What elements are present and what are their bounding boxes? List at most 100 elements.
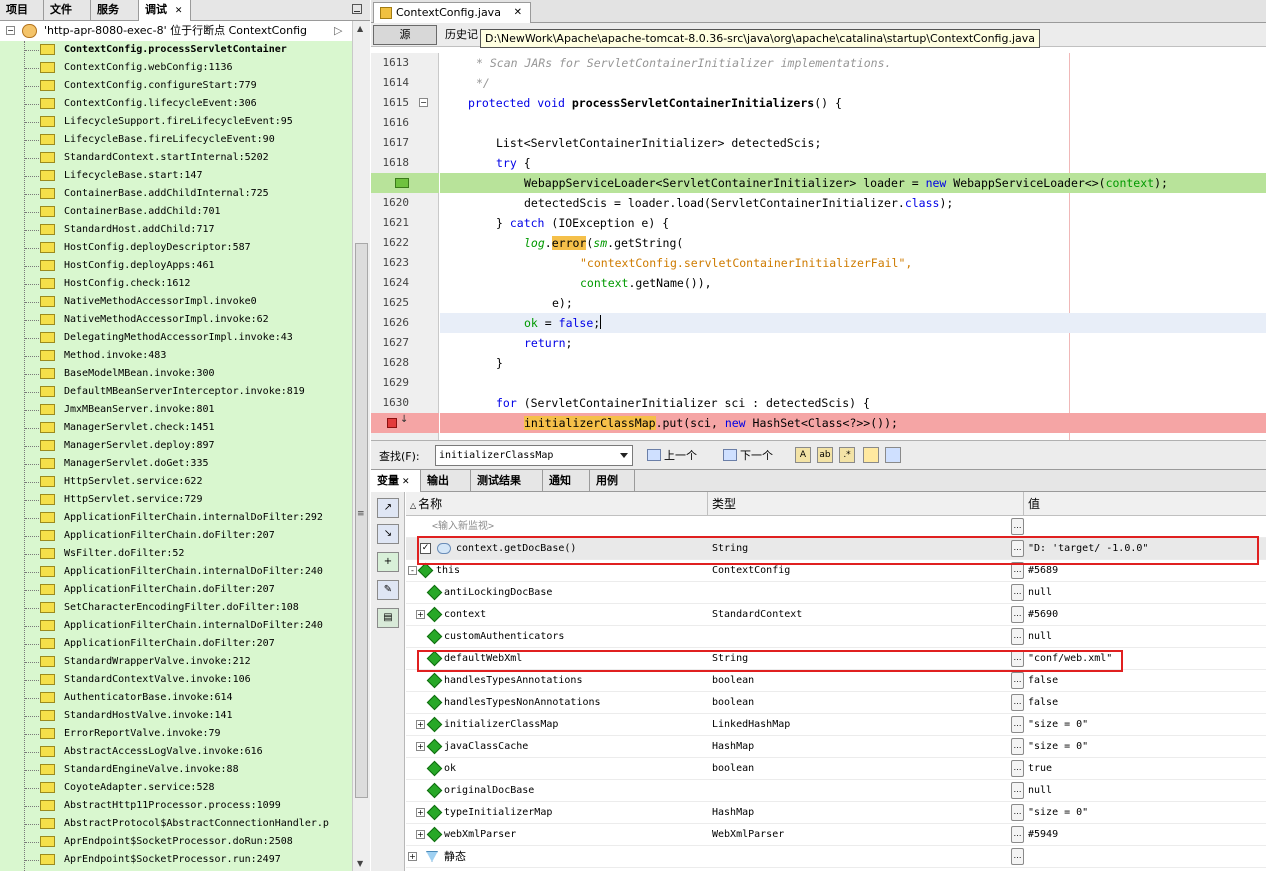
expand-toggle-icon[interactable]: + [416, 610, 425, 619]
more-button[interactable]: … [1011, 518, 1024, 535]
call-stack-frame[interactable]: CoyoteAdapter.service:528 [0, 779, 352, 797]
tab-notifications[interactable]: 通知 [543, 470, 590, 492]
call-stack-frame[interactable]: ManagerServlet.deploy:897 [0, 437, 352, 455]
call-stack-frame[interactable]: StandardHost.addChild:717 [0, 221, 352, 239]
expand-toggle-icon[interactable]: + [416, 830, 425, 839]
more-button[interactable]: … [1011, 562, 1024, 579]
call-stack-frame[interactable]: AuthenticatorBase.invoke:614 [0, 689, 352, 707]
more-button[interactable]: … [1011, 738, 1024, 755]
more-button[interactable]: … [1011, 628, 1024, 645]
close-icon[interactable]: ✕ [175, 6, 183, 16]
find-input[interactable]: initializerClassMap [435, 445, 633, 466]
scroll-up-icon[interactable]: ▲ [357, 24, 363, 33]
call-stack-frame[interactable]: ContainerBase.addChildInternal:725 [0, 185, 352, 203]
call-stack-frame[interactable]: AbstractProtocol$AbstractConnectionHandl… [0, 815, 352, 833]
line-number[interactable]: 1621 [371, 213, 410, 233]
find-next-button[interactable]: 下一个 [723, 446, 773, 466]
line-number[interactable]: 1623 [371, 253, 410, 273]
line-number[interactable]: 1618 [371, 153, 410, 173]
variable-value[interactable]: false [1028, 670, 1266, 692]
more-button[interactable]: … [1011, 782, 1024, 799]
variable-row[interactable]: originalDocBase … null [406, 780, 1266, 802]
call-stack-frame[interactable]: ApplicationFilterChain.internalDoFilter:… [0, 563, 352, 581]
new-watch-icon[interactable]: + [377, 552, 399, 572]
line-number[interactable]: 1616 [371, 113, 410, 133]
call-stack-frame[interactable]: DefaultMBeanServerInterceptor.invoke:819 [0, 383, 352, 401]
call-stack-frame[interactable]: AbstractHttp11Processor.process:1099 [0, 797, 352, 815]
expand-toggle-icon[interactable]: - [408, 566, 417, 575]
code-area[interactable]: * Scan JARs for ServletContainerInitiali… [440, 53, 1266, 440]
call-stack-frame[interactable]: ManagerServlet.doGet:335 [0, 455, 352, 473]
column-name[interactable]: △ 名称 [406, 492, 708, 516]
tab-services[interactable]: 服务 [91, 0, 139, 21]
line-number[interactable]: 1622 [371, 233, 410, 253]
call-stack-frame[interactable]: ContextConfig.webConfig:1136 [0, 59, 352, 77]
call-stack-frame[interactable]: ErrorReportValve.invoke:79 [0, 725, 352, 743]
variable-value[interactable]: null [1028, 780, 1266, 802]
line-number[interactable]: 1613 [371, 53, 410, 73]
step-icon[interactable]: ↗ [377, 498, 399, 518]
more-button[interactable]: … [1011, 826, 1024, 843]
variable-row[interactable]: + initializerClassMap LinkedHashMap … "size … [406, 714, 1266, 736]
call-stack-frame[interactable]: WsFilter.doFilter:52 [0, 545, 352, 563]
variable-value[interactable]: "size = 0" [1028, 736, 1266, 758]
line-number[interactable]: 1620 [371, 193, 410, 213]
tab-test-results[interactable]: 测试结果 [471, 470, 543, 492]
close-icon[interactable]: ✕ [402, 477, 410, 487]
call-stack-frame[interactable]: AprEndpoint$SocketProcessor.doRun:2508 [0, 833, 352, 851]
more-button[interactable]: … [1011, 804, 1024, 821]
variable-row[interactable]: defaultWebXml String … "conf/web.xml" [406, 648, 1266, 670]
left-scrollbar[interactable]: ▲ ≡ ▼ [352, 21, 370, 871]
call-stack-frame[interactable]: LifecycleBase.fireLifecycleEvent:90 [0, 131, 352, 149]
minimize-icon[interactable] [352, 4, 362, 14]
variable-row[interactable]: ok boolean … true [406, 758, 1266, 780]
more-button[interactable]: … [1011, 672, 1024, 689]
variable-row[interactable]: - this ContextConfig … #5689 [406, 560, 1266, 582]
call-stack-frame[interactable]: StandardHostValve.invoke:141 [0, 707, 352, 725]
line-number[interactable]: 1627 [371, 333, 410, 353]
call-stack-frame[interactable]: ApplicationFilterChain.doFilter:207 [0, 581, 352, 599]
line-number[interactable]: 1628 [371, 353, 410, 373]
call-stack-frame[interactable]: ContextConfig.configureStart:779 [0, 77, 352, 95]
variable-row[interactable]: + context StandardContext … #5690 [406, 604, 1266, 626]
line-number[interactable]: 1614 [371, 73, 410, 93]
tab-projects[interactable]: 项目 [0, 0, 44, 21]
call-stack-frame[interactable]: ContextConfig.processServletContainer [0, 41, 352, 59]
line-number[interactable]: 1624 [371, 273, 410, 293]
tab-contextconfig-java[interactable]: ContextConfig.java ✕ [373, 2, 531, 23]
tab-usages[interactable]: 用例 [590, 470, 635, 492]
variable-row[interactable]: + typeInitializerMap HashMap … "size = 0" [406, 802, 1266, 824]
show-values-icon[interactable]: ▤ [377, 608, 399, 628]
call-stack-frame[interactable]: HostConfig.deployApps:461 [0, 257, 352, 275]
call-stack-frame[interactable]: LifecycleBase.start:147 [0, 167, 352, 185]
scroll-down-icon[interactable]: ▼ [357, 859, 363, 868]
more-button[interactable]: … [1011, 694, 1024, 711]
variable-value[interactable]: "D: 'target/ -1.0.0" [1028, 538, 1266, 560]
regex-icon[interactable]: .* [839, 447, 855, 463]
match-case-icon[interactable]: A [795, 447, 811, 463]
fold-toggle-icon[interactable]: − [419, 98, 428, 107]
more-button[interactable]: … [1011, 760, 1024, 777]
call-stack-frame[interactable]: HttpServlet.service:729 [0, 491, 352, 509]
tab-debugging[interactable]: 调试 ✕ [139, 0, 191, 21]
line-number[interactable]: 1617 [371, 133, 410, 153]
column-value[interactable]: 值 [1024, 492, 1266, 516]
call-stack-frame[interactable]: StandardContextValve.invoke:106 [0, 671, 352, 689]
more-button[interactable]: … [1011, 584, 1024, 601]
tab-variables[interactable]: 变量 ✕ [371, 470, 421, 492]
variable-value[interactable] [1028, 846, 1266, 868]
call-stack-frame[interactable]: HostConfig.check:1612 [0, 275, 352, 293]
more-button[interactable]: … [1011, 606, 1024, 623]
call-stack-frame[interactable]: ContextConfig.lifecycleEvent:306 [0, 95, 352, 113]
history-button[interactable]: 历史记 [445, 25, 478, 45]
variable-value[interactable]: null [1028, 582, 1266, 604]
call-stack-frame[interactable]: ApplicationFilterChain.internalDoFilter:… [0, 617, 352, 635]
call-stack-frame[interactable]: AprEndpoint$SocketProcessor.run:2497 [0, 851, 352, 869]
call-stack-frame[interactable]: ApplicationFilterChain.doFilter:207 [0, 635, 352, 653]
call-stack-frame[interactable]: StandardContext.startInternal:5202 [0, 149, 352, 167]
call-stack-frame[interactable]: NativeMethodAccessorImpl.invoke0 [0, 293, 352, 311]
watch-checkbox[interactable]: ✓ [420, 543, 431, 554]
more-button[interactable]: … [1011, 650, 1024, 667]
scrollbar-thumb[interactable] [355, 243, 368, 798]
more-button[interactable]: … [1011, 848, 1024, 865]
